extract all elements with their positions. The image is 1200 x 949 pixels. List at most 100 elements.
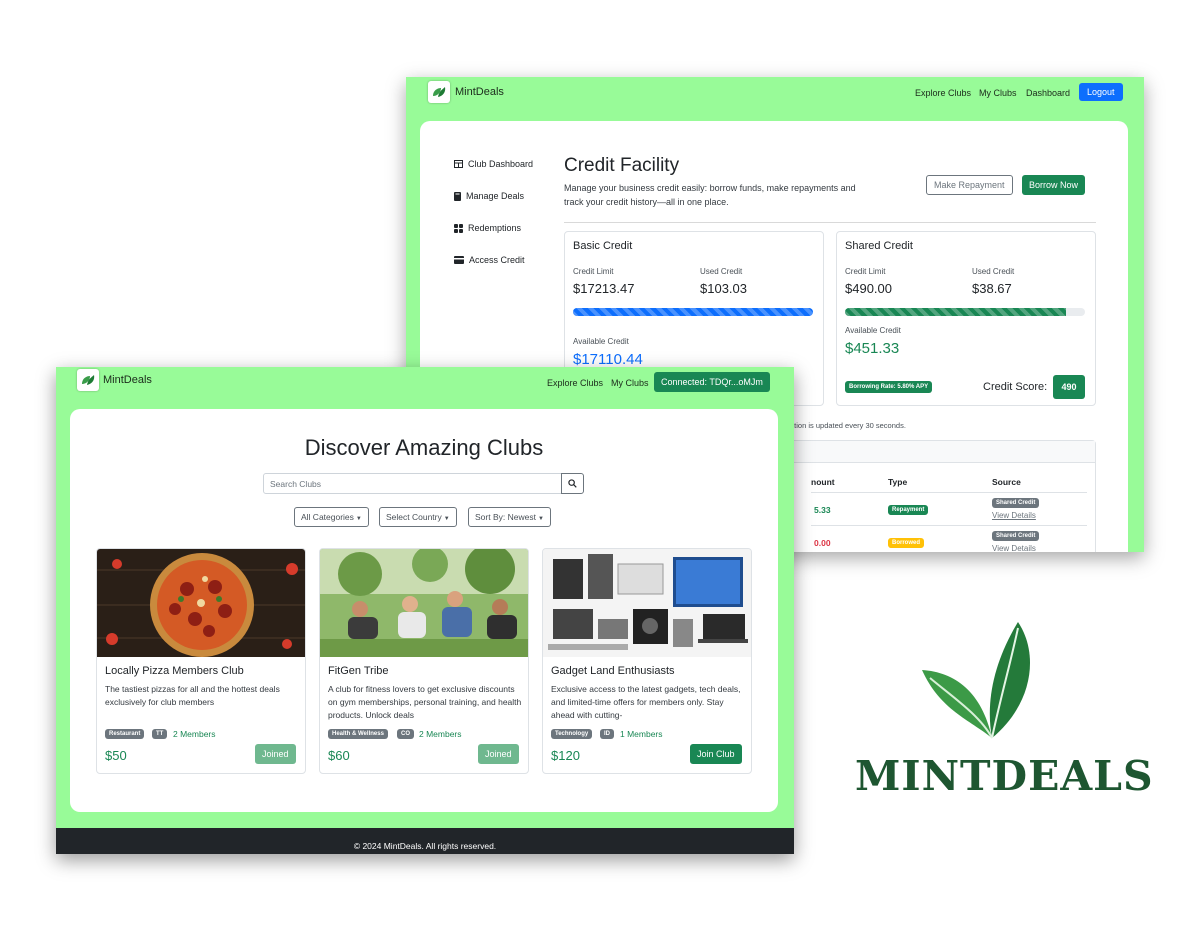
available-credit-value: $451.33 (845, 340, 900, 357)
borrow-now-button[interactable]: Borrow Now (1022, 175, 1086, 195)
sidebar-item-label: Access Credit (469, 255, 525, 265)
available-credit-value: $17110.44 (573, 351, 643, 368)
make-repayment-button[interactable]: Make Repayment (926, 175, 1013, 195)
credit-progress-bar (573, 308, 813, 316)
page-title: Credit Facility (564, 155, 680, 176)
country-badge: CO (397, 729, 414, 739)
logout-button[interactable]: Logout (1079, 83, 1123, 101)
credit-progress-fill (845, 308, 1066, 316)
row-divider (811, 525, 1087, 526)
top-navbar: MintDeals Explore Clubs My Clubs Connect… (56, 367, 794, 399)
members-count: 1 Members (620, 729, 663, 739)
brand-name[interactable]: MintDeals (103, 374, 152, 386)
source-badge: Shared Credit (992, 498, 1040, 508)
page-description: Manage your business credit easily: borr… (564, 183, 856, 207)
category-badge: Restaurant (105, 729, 145, 739)
dropdown-label: Select Country (386, 512, 442, 522)
credit-progress-fill (573, 308, 813, 316)
borrowing-rate-badge: Borrowing Rate: 5.80% APY (845, 381, 933, 393)
credit-limit-label: Credit Limit (845, 267, 886, 276)
view-details-link[interactable]: View Details (992, 544, 1036, 552)
club-image (97, 549, 305, 657)
club-description: The tastiest pizzas for all and the hott… (105, 684, 280, 707)
mintdeals-leaf-logo (900, 620, 1080, 750)
search-input[interactable] (263, 473, 562, 494)
used-credit-label: Used Credit (972, 267, 1015, 276)
nav-explore-clubs[interactable]: Explore Clubs (915, 88, 971, 98)
nav-explore-clubs[interactable]: Explore Clubs (547, 378, 603, 388)
used-credit-value: $38.67 (972, 281, 1012, 296)
shared-credit-card: Shared Credit Credit Limit $490.00 Used … (836, 231, 1096, 406)
search-button[interactable] (561, 473, 584, 494)
sidebar-item-label: Manage Deals (466, 191, 525, 201)
chevron-down-icon: ▼ (443, 516, 450, 522)
wallet-connected-button[interactable]: Connected: TDQr...oMJm (654, 372, 770, 392)
nav-my-clubs[interactable]: My Clubs (611, 378, 649, 388)
category-badge: Health & Wellness (328, 729, 388, 739)
members-count: 2 Members (173, 729, 216, 739)
credit-score-badge: 490 (1053, 375, 1085, 399)
dropdown-label: Sort By: Newest (475, 512, 536, 522)
credit-progress-bar (845, 308, 1085, 316)
available-credit-label: Available Credit (845, 326, 901, 335)
club-price: $60 (328, 748, 350, 763)
joined-button[interactable]: Joined (478, 744, 519, 764)
club-card-pizza[interactable]: Locally Pizza Members Club The tastiest … (96, 548, 306, 774)
column-header-source: Source (992, 477, 1021, 487)
search-icon (568, 479, 577, 488)
nav-my-clubs[interactable]: My Clubs (979, 88, 1017, 98)
club-description: A club for fitness lovers to get exclusi… (328, 684, 522, 720)
club-image (543, 549, 751, 657)
members-count: 2 Members (419, 729, 462, 739)
club-name: Gadget Land Enthusiasts (551, 665, 675, 677)
source-badge: Shared Credit (992, 531, 1040, 541)
sidebar-item-club-dashboard[interactable]: Club Dashboard (454, 159, 533, 169)
country-badge: TT (152, 729, 168, 739)
book-icon (454, 191, 461, 201)
mintdeals-logo-icon[interactable] (428, 81, 450, 103)
available-credit-label: Available Credit (573, 337, 629, 346)
credit-score-label: Credit Score: (983, 381, 1048, 393)
used-credit-label: Used Credit (700, 267, 743, 276)
club-price: $50 (105, 748, 127, 763)
sidebar-item-label: Club Dashboard (468, 159, 534, 169)
sort-dropdown[interactable]: Sort By: Newest ▼ (468, 507, 551, 527)
sidebar-item-manage-deals[interactable]: Manage Deals (454, 191, 524, 201)
column-header-type: Type (888, 477, 908, 487)
club-card-gadget-land[interactable]: Gadget Land Enthusiasts Exclusive access… (542, 548, 752, 774)
row-divider (811, 492, 1087, 493)
page-title: Discover Amazing Clubs (304, 435, 544, 460)
categories-dropdown[interactable]: All Categories ▼ (294, 507, 369, 527)
category-badge: Technology (551, 729, 593, 739)
dropdown-label: All Categories (301, 512, 354, 522)
discover-clubs-window: MintDeals Explore Clubs My Clubs Connect… (56, 367, 794, 854)
credit-limit-value: $17213.47 (573, 281, 635, 296)
divider (564, 222, 1096, 223)
mintdeals-logo-icon[interactable] (77, 369, 99, 391)
type-badge: Borrowed (888, 538, 925, 548)
credit-limit-value: $490.00 (845, 281, 892, 296)
club-price: $120 (551, 748, 580, 763)
card-title: Shared Credit (845, 240, 913, 252)
chevron-down-icon: ▼ (355, 516, 362, 522)
top-navbar: MintDeals Explore Clubs My Clubs Dashboa… (406, 77, 1144, 109)
joined-button[interactable]: Joined (255, 744, 296, 764)
mintdeals-wordmark: MINTDEALS (855, 752, 1154, 800)
country-dropdown[interactable]: Select Country ▼ (379, 507, 457, 527)
brand-name[interactable]: MintDeals (455, 86, 504, 98)
footer: © 2024 MintDeals. All rights reserved. (56, 828, 794, 854)
credit-card-icon (454, 256, 464, 264)
club-description: Exclusive access to the latest gadgets, … (551, 684, 741, 720)
auto-update-note: ation is updated every 30 seconds. (790, 421, 906, 430)
sidebar-item-label: Redemptions (468, 223, 522, 233)
sidebar-item-redemptions[interactable]: Redemptions (454, 223, 521, 233)
used-credit-value: $103.03 (700, 281, 747, 296)
sidebar-item-access-credit[interactable]: Access Credit (454, 255, 525, 265)
country-badge: ID (600, 729, 614, 739)
join-club-button[interactable]: Join Club (690, 744, 742, 764)
grid-icon (454, 223, 463, 233)
view-details-link[interactable]: View Details (992, 511, 1036, 520)
credit-limit-label: Credit Limit (573, 267, 614, 276)
nav-dashboard[interactable]: Dashboard (1026, 88, 1070, 98)
club-card-fitgen[interactable]: FitGen Tribe A club for fitness lovers t… (319, 548, 529, 774)
